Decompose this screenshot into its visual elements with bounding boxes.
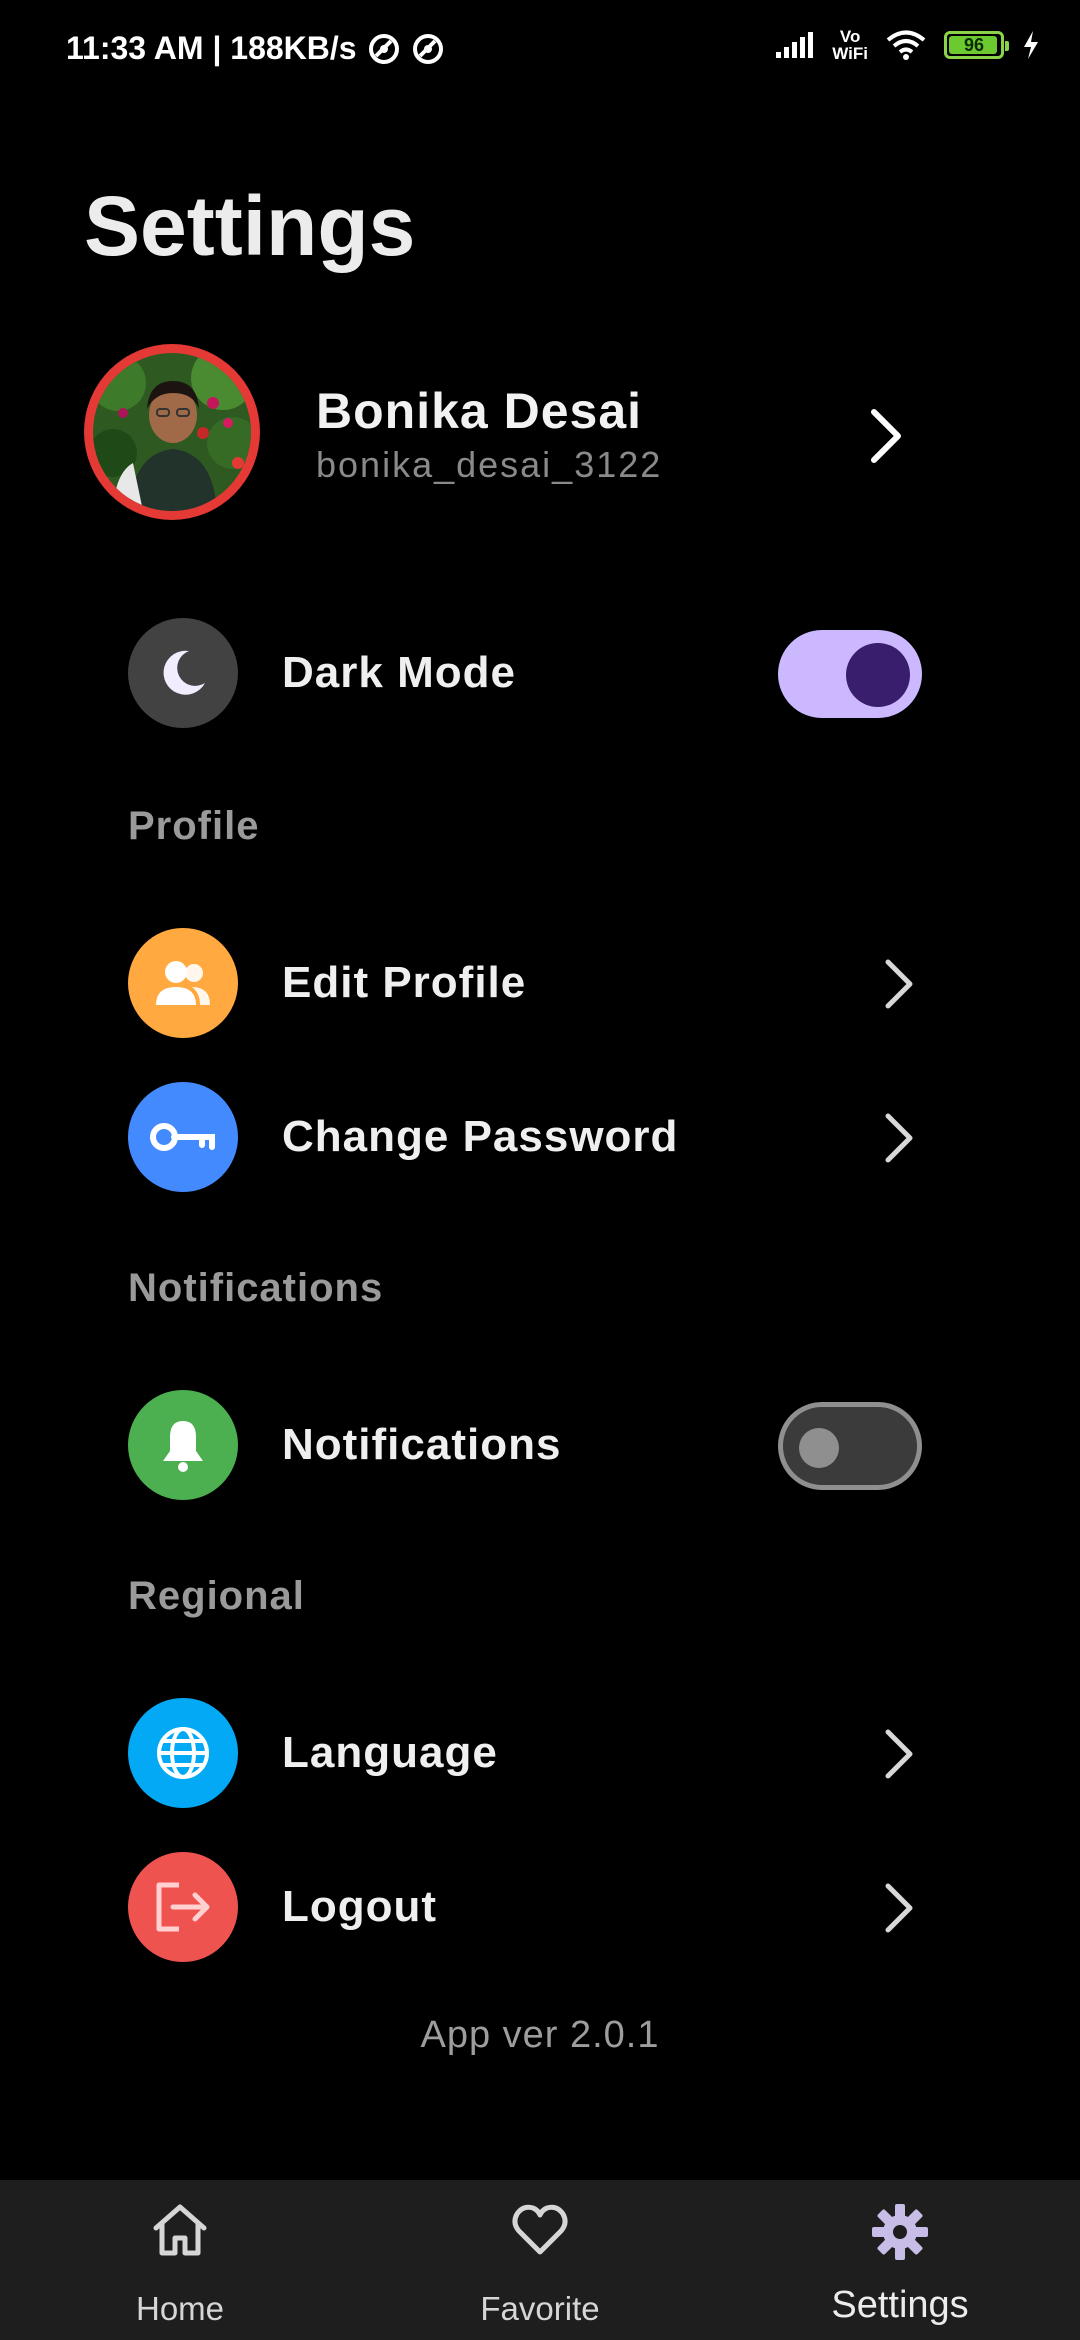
nav-item-favorite[interactable]: Favorite bbox=[360, 2180, 720, 2340]
avatar-photo bbox=[93, 353, 251, 511]
globe-icon bbox=[157, 1727, 209, 1779]
notifications-row[interactable]: Notifications bbox=[128, 1390, 928, 1500]
nav-item-home[interactable]: Home bbox=[0, 2180, 360, 2340]
dark-mode-icon-circle bbox=[128, 618, 238, 728]
nav-label-settings: Settings bbox=[831, 2284, 969, 2326]
change-password-icon-circle bbox=[128, 1082, 238, 1192]
section-header-regional: Regional bbox=[128, 1574, 305, 1618]
chevron-right-icon bbox=[885, 959, 913, 1009]
logout-row[interactable]: Logout bbox=[128, 1852, 928, 1962]
page-title: Settings bbox=[84, 179, 416, 273]
logout-label: Logout bbox=[282, 1882, 438, 1931]
logout-icon-circle bbox=[128, 1852, 238, 1962]
change-password-label: Change Password bbox=[282, 1112, 679, 1161]
chevron-right-icon bbox=[885, 1113, 913, 1163]
charging-icon bbox=[1024, 31, 1038, 59]
status-time: 11:33 AM | 188KB/s bbox=[66, 30, 357, 66]
avatar[interactable] bbox=[84, 344, 260, 520]
notifications-icon-circle bbox=[128, 1390, 238, 1500]
notifications-toggle[interactable] bbox=[778, 1402, 922, 1490]
home-icon bbox=[153, 2204, 207, 2256]
chevron-right-icon[interactable] bbox=[866, 406, 906, 466]
signal-icon bbox=[776, 32, 814, 58]
app-version: App ver 2.0.1 bbox=[420, 2014, 660, 2056]
gear-icon bbox=[872, 2204, 928, 2260]
bell-icon bbox=[163, 1421, 203, 1472]
edit-profile-icon-circle bbox=[128, 928, 238, 1038]
moon-icon bbox=[163, 650, 205, 695]
language-label: Language bbox=[282, 1728, 498, 1777]
change-password-row[interactable]: Change Password bbox=[128, 1082, 928, 1192]
dark-mode-label: Dark Mode bbox=[282, 648, 516, 697]
vowifi-indicator: Vo WiFi bbox=[832, 28, 868, 62]
wifi-icon bbox=[886, 30, 926, 60]
chevron-right-icon bbox=[885, 1883, 913, 1933]
section-header-notifications: Notifications bbox=[128, 1266, 384, 1310]
user-name: Bonika Desai bbox=[316, 383, 643, 439]
data-saver-icon-2 bbox=[412, 33, 443, 64]
section-header-profile: Profile bbox=[128, 804, 260, 848]
status-left: 11:33 AM | 188KB/s bbox=[66, 30, 445, 67]
edit-profile-row[interactable]: Edit Profile bbox=[128, 928, 928, 1038]
heart-icon bbox=[512, 2204, 568, 2255]
status-right: Vo WiFi 96 bbox=[774, 28, 1040, 62]
status-bar: 11:33 AM | 188KB/s Vo WiFi 96 bbox=[0, 0, 1080, 100]
toggle-knob bbox=[799, 1428, 839, 1468]
chevron-right-icon bbox=[885, 1729, 913, 1779]
profile-card[interactable]: Bonika Desai bonika_desai_3122 bbox=[84, 344, 924, 522]
toggle-knob bbox=[846, 643, 910, 707]
battery-icon: 96 bbox=[944, 31, 1009, 59]
data-saver-icon bbox=[368, 33, 399, 64]
nav-item-settings[interactable]: Settings bbox=[720, 2180, 1080, 2340]
bottom-navigation: Home Favorite Settings bbox=[0, 2180, 1080, 2340]
people-icon bbox=[156, 961, 210, 1005]
nav-label-home: Home bbox=[135, 2290, 225, 2327]
nav-label-favorite: Favorite bbox=[480, 2290, 600, 2327]
logout-icon bbox=[156, 1882, 210, 1932]
notifications-label: Notifications bbox=[282, 1420, 562, 1469]
language-icon-circle bbox=[128, 1698, 238, 1808]
dark-mode-toggle[interactable] bbox=[778, 630, 922, 718]
dark-mode-row[interactable]: Dark Mode bbox=[128, 618, 928, 728]
key-icon bbox=[150, 1123, 215, 1151]
language-row[interactable]: Language bbox=[128, 1698, 928, 1808]
vowifi-bottom: WiFi bbox=[832, 44, 868, 63]
user-handle: bonika_desai_3122 bbox=[316, 444, 663, 485]
battery-level: 96 bbox=[963, 35, 985, 55]
vowifi-top: Vo bbox=[839, 27, 861, 46]
edit-profile-label: Edit Profile bbox=[282, 958, 527, 1007]
